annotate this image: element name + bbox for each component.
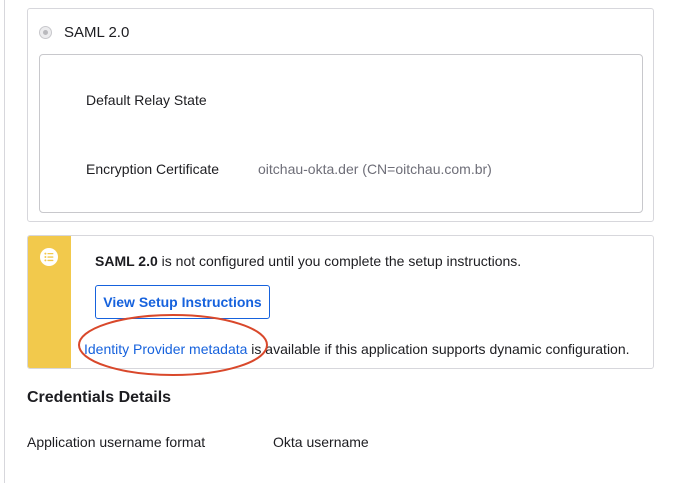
encryption-certificate-label: Encryption Certificate xyxy=(86,161,220,177)
saml-radio-button[interactable] xyxy=(39,26,52,39)
relay-state-label: Default Relay State xyxy=(86,92,207,108)
identity-provider-metadata-link[interactable]: Identity Provider metadata xyxy=(84,341,247,357)
callout-message-bold: SAML 2.0 xyxy=(95,253,158,269)
callout-message: SAML 2.0 is not configured until you com… xyxy=(95,253,521,269)
username-format-label: Application username format xyxy=(27,434,206,450)
page-divider xyxy=(4,0,5,483)
saml-settings-box: Default Relay State Encryption Certifica… xyxy=(39,54,643,213)
encryption-certificate-value: oitchau-okta.der (CN=oitchau.com.br) xyxy=(258,161,492,177)
credentials-details-heading: Credentials Details xyxy=(27,389,172,406)
list-icon xyxy=(40,248,58,266)
view-setup-instructions-button[interactable]: View Setup Instructions xyxy=(95,285,270,319)
metadata-line-text: is available if this application support… xyxy=(247,341,630,357)
setup-callout: SAML 2.0 is not configured until you com… xyxy=(27,235,654,369)
metadata-line: Identity Provider metadata is available … xyxy=(84,341,630,357)
callout-message-text: is not configured until you complete the… xyxy=(157,253,522,269)
username-format-value: Okta username xyxy=(273,434,369,450)
saml-option-title: SAML 2.0 xyxy=(64,24,130,41)
callout-accent-stripe xyxy=(28,236,71,368)
saml-option-card: SAML 2.0 Default Relay State Encryption … xyxy=(27,8,654,222)
